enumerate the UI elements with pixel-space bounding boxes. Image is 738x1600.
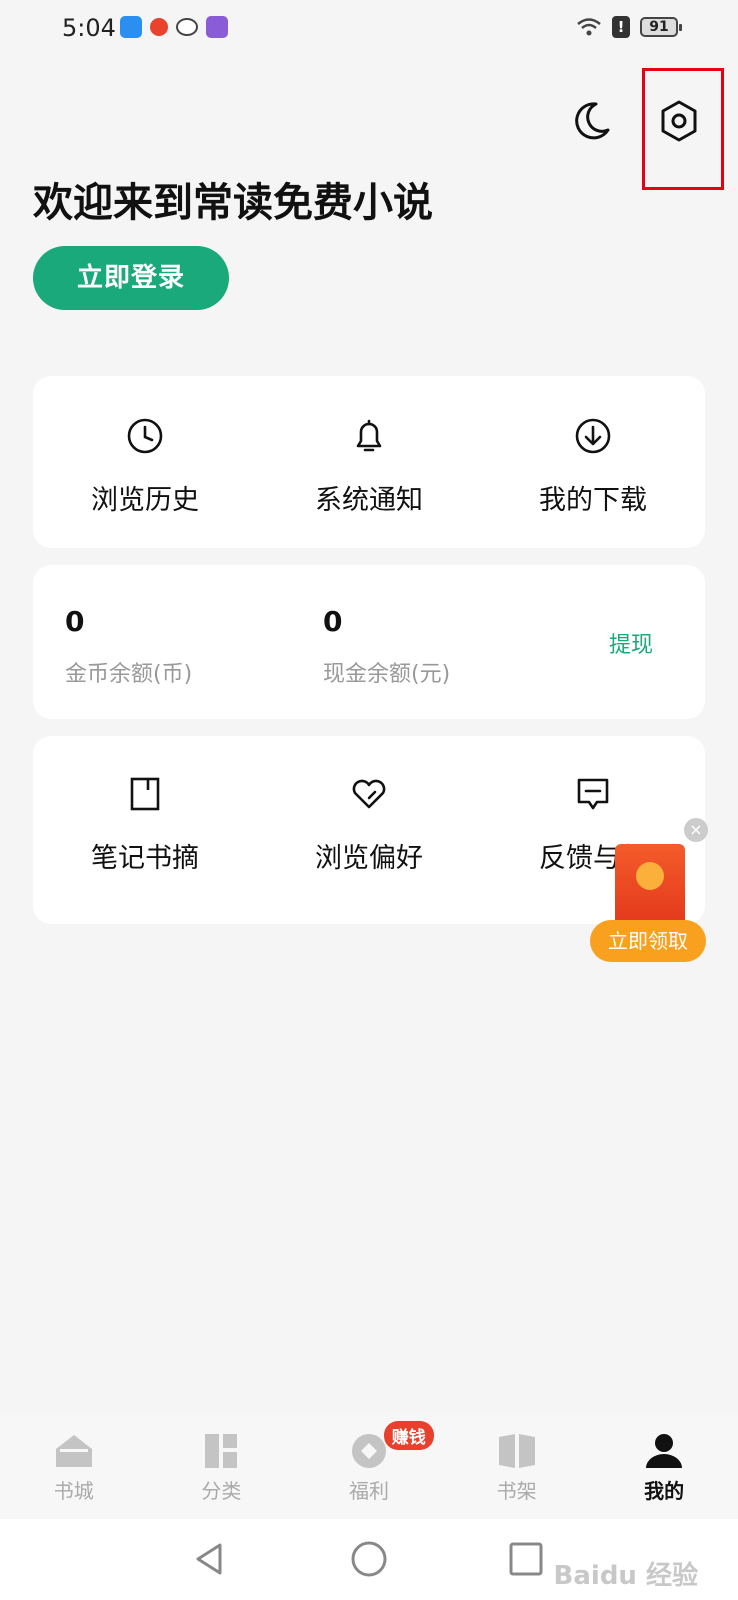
- alert-icon: !: [612, 16, 630, 38]
- nav-item-bookshelf[interactable]: 书架: [443, 1415, 591, 1519]
- cash-label: 现金余额(元): [323, 662, 451, 687]
- coin-value: 0: [65, 605, 85, 638]
- nav-item-bookstore[interactable]: 书城: [0, 1415, 148, 1519]
- page-title: 欢迎来到常读免费小说: [33, 180, 433, 226]
- nav-label-bookstore: 书城: [53, 1479, 94, 1503]
- night-mode-icon[interactable]: [568, 98, 614, 144]
- coin-balance[interactable]: 0 金币余额(币): [65, 605, 192, 688]
- claim-button[interactable]: 立即领取: [590, 920, 706, 962]
- withdraw-button[interactable]: 提现: [609, 627, 653, 659]
- system-nav-bar: Baidu 经验: [0, 1519, 738, 1600]
- coin-label: 金币余额(币): [65, 662, 193, 687]
- home-icon: [55, 1435, 92, 1467]
- notification-icons: [120, 16, 228, 38]
- home-app-icon: [206, 16, 228, 38]
- nav-item-profile[interactable]: 我的: [590, 1415, 738, 1519]
- history-button[interactable]: 浏览历史: [33, 376, 257, 548]
- download-label: 我的下载: [539, 485, 647, 516]
- category-icon: [205, 1434, 238, 1468]
- history-label: 浏览历史: [91, 485, 199, 516]
- earn-badge: 赚钱: [383, 1421, 434, 1450]
- heart-icon: [352, 779, 386, 809]
- bookmark-icon: [130, 777, 160, 811]
- notes-label: 笔记书摘: [91, 843, 199, 874]
- nav-label-category: 分类: [201, 1479, 242, 1503]
- bottom-nav: 书城 分类 赚钱 福利 书架 我的: [0, 1415, 738, 1519]
- red-packet-icon: [615, 844, 685, 928]
- notes-button[interactable]: 笔记书摘: [33, 736, 257, 924]
- status-bar: 5:04 ! 91: [0, 0, 738, 58]
- nav-label-profile: 我的: [644, 1479, 685, 1503]
- close-icon[interactable]: ×: [684, 818, 708, 842]
- system-status-icons: ! 91: [576, 16, 682, 38]
- clock-icon: [127, 418, 163, 454]
- balance-card: 0 金币余额(币) 0 现金余额(元) 提现: [33, 565, 705, 719]
- coin-icon: [636, 862, 664, 890]
- nav-label-bookshelf: 书架: [496, 1479, 537, 1503]
- battery-indicator: 91: [640, 17, 682, 37]
- notification-button[interactable]: 系统通知: [257, 376, 481, 548]
- wifi-icon: [577, 18, 601, 36]
- wechat-icon: [176, 18, 198, 36]
- app-notification-icon: [150, 18, 168, 36]
- feedback-icon: [577, 778, 609, 810]
- download-icon: [575, 418, 611, 454]
- status-time: 5:04: [62, 14, 116, 42]
- settings-highlight-box: [642, 68, 724, 190]
- profile-icon: [646, 1434, 683, 1468]
- preference-button[interactable]: 浏览偏好: [257, 736, 481, 924]
- watermark: Baidu 经验: [553, 1561, 698, 1591]
- bookshelf-icon: [498, 1434, 535, 1468]
- back-icon[interactable]: [190, 1539, 230, 1579]
- top-actions: [0, 98, 738, 158]
- weather-app-icon: [120, 16, 142, 38]
- login-button[interactable]: 立即登录: [33, 246, 229, 310]
- quick-actions-card: 浏览历史 系统通知 我的下载: [33, 376, 705, 548]
- nav-label-welfare: 福利: [348, 1479, 389, 1503]
- cash-balance[interactable]: 0 现金余额(元): [323, 605, 450, 688]
- preference-label: 浏览偏好: [315, 843, 423, 874]
- download-button[interactable]: 我的下载: [481, 376, 705, 548]
- home-circle-icon[interactable]: [349, 1539, 389, 1579]
- bell-icon: [356, 419, 382, 452]
- notification-label: 系统通知: [315, 485, 423, 516]
- cash-value: 0: [323, 605, 343, 638]
- nav-item-category[interactable]: 分类: [148, 1415, 296, 1519]
- red-packet-float[interactable]: × 立即领取: [590, 818, 708, 968]
- recents-icon[interactable]: [506, 1539, 546, 1579]
- nav-item-welfare[interactable]: 赚钱 福利: [295, 1415, 443, 1519]
